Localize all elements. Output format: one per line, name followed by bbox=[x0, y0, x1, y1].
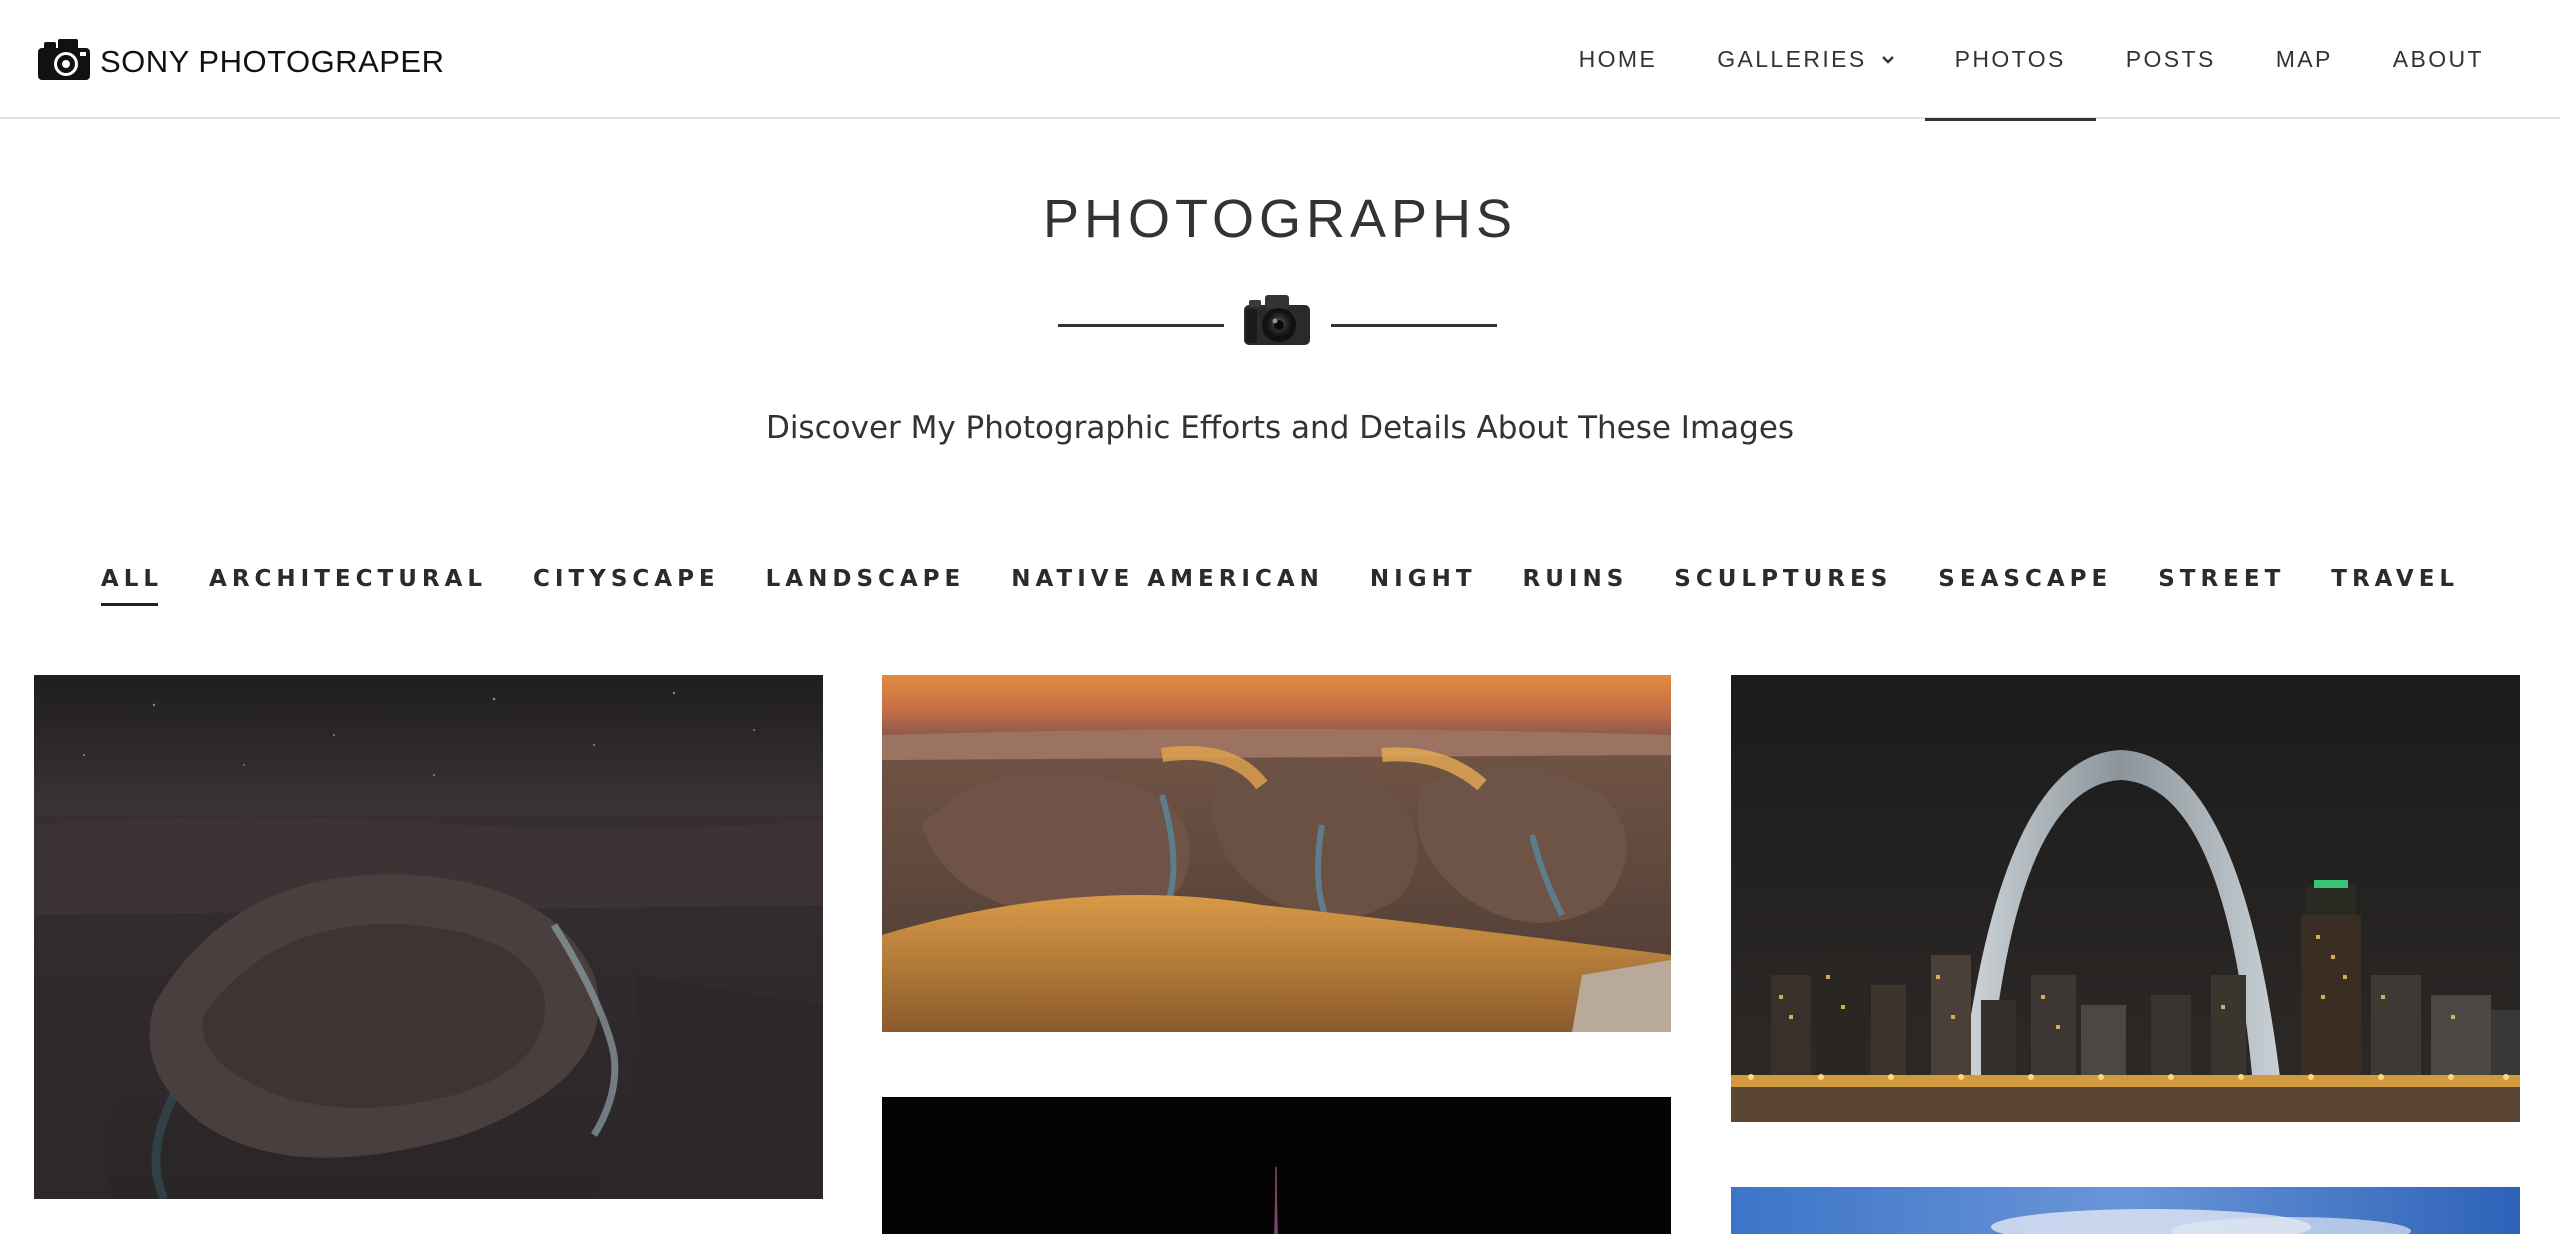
gallery-photo[interactable] bbox=[882, 1097, 1671, 1234]
chevron-down-icon bbox=[1881, 55, 1894, 64]
filter-street[interactable]: STREET bbox=[2158, 566, 2285, 606]
filter-sculptures[interactable]: SCULPTURES bbox=[1674, 566, 1892, 606]
canyon-night-image bbox=[34, 675, 823, 1199]
filter-architectural[interactable]: ARCHITECTURAL bbox=[209, 566, 487, 606]
night-sky-image bbox=[882, 1097, 1671, 1234]
camera-icon bbox=[38, 39, 90, 80]
nav-home[interactable]: HOME bbox=[1549, 0, 1688, 119]
nav-about[interactable]: ABOUT bbox=[2363, 0, 2560, 119]
logo-text: SONY PHOTOGRAPER bbox=[100, 44, 445, 79]
canyon-sunset-image bbox=[882, 675, 1671, 1032]
nav-map[interactable]: MAP bbox=[2246, 0, 2363, 119]
page-title: PHOTOGRAPHS bbox=[1042, 189, 1518, 249]
nav-posts-label: POSTS bbox=[2125, 46, 2216, 72]
page-subtitle: Discover My Photographic Efforts and Det… bbox=[765, 410, 1795, 446]
filter-all[interactable]: ALL bbox=[100, 566, 163, 606]
nav-about-label: ABOUT bbox=[2392, 46, 2484, 72]
blue-sky-image bbox=[1731, 1187, 2520, 1234]
site-header: SONY PHOTOGRAPER HOME GALLERIES PHOTOS P… bbox=[0, 0, 2560, 121]
nav-galleries-label: GALLERIES bbox=[1717, 46, 1867, 72]
category-filters: ALL ARCHITECTURAL CITYSCAPE LANDSCAPE NA… bbox=[0, 566, 2560, 606]
filter-seascape[interactable]: SEASCAPE bbox=[1938, 566, 2112, 606]
gallery-photo[interactable] bbox=[1731, 1187, 2520, 1234]
arch-night-image bbox=[1731, 675, 2520, 1122]
divider-line-left bbox=[1058, 324, 1224, 327]
camera-icon bbox=[1244, 295, 1310, 345]
divider-line-right bbox=[1331, 324, 1497, 327]
gallery-photo[interactable] bbox=[1731, 675, 2520, 1122]
nav-home-label: HOME bbox=[1578, 46, 1658, 72]
nav-posts[interactable]: POSTS bbox=[2096, 0, 2246, 119]
nav-photos[interactable]: PHOTOS bbox=[1924, 0, 2096, 121]
filter-native-american[interactable]: NATIVE AMERICAN bbox=[1011, 566, 1324, 606]
filter-landscape[interactable]: LANDSCAPE bbox=[766, 566, 966, 606]
title-divider bbox=[0, 288, 2560, 348]
filter-night[interactable]: NIGHT bbox=[1370, 566, 1477, 606]
site-logo[interactable]: SONY PHOTOGRAPER bbox=[36, 36, 445, 82]
filter-cityscape[interactable]: CITYSCAPE bbox=[533, 566, 720, 606]
nav-galleries[interactable]: GALLERIES bbox=[1687, 0, 1924, 119]
main-nav: HOME GALLERIES PHOTOS POSTS MAP ABOUT bbox=[1549, 0, 2560, 121]
nav-map-label: MAP bbox=[2275, 46, 2333, 72]
nav-photos-label: PHOTOS bbox=[1954, 46, 2066, 72]
filter-ruins[interactable]: RUINS bbox=[1523, 566, 1629, 606]
gallery-photo[interactable] bbox=[882, 675, 1671, 1032]
filter-travel[interactable]: TRAVEL bbox=[2331, 566, 2459, 606]
gallery-photo[interactable] bbox=[34, 675, 823, 1199]
